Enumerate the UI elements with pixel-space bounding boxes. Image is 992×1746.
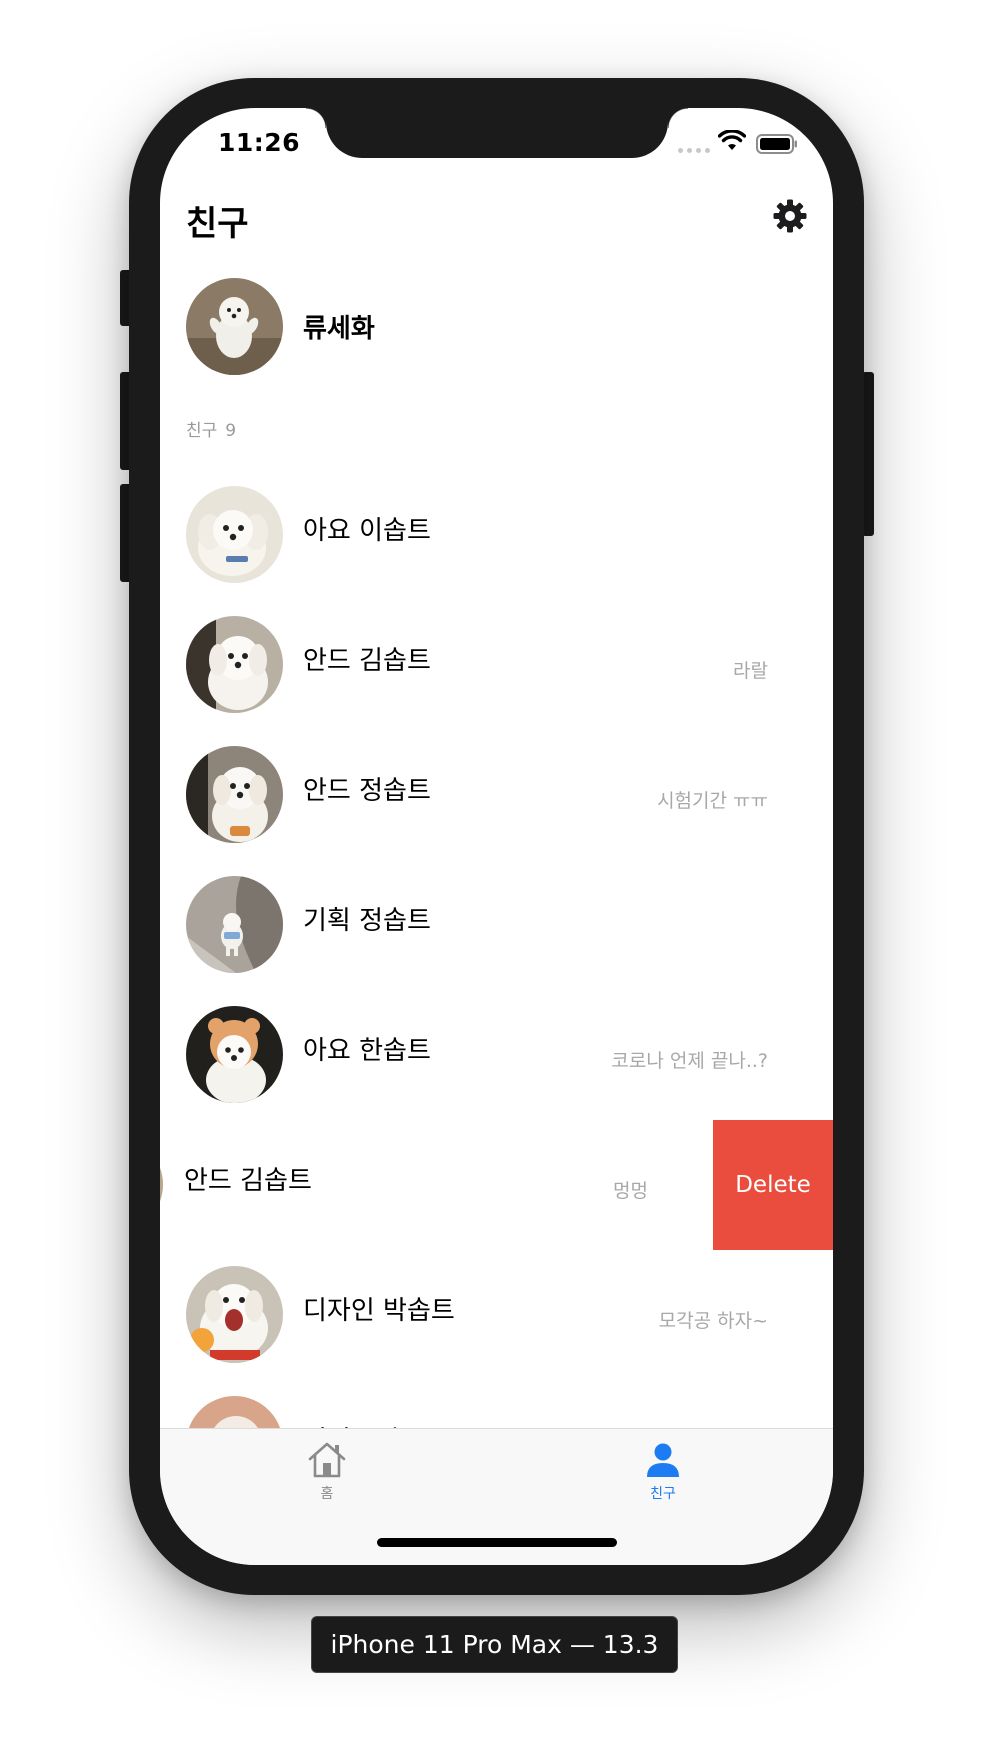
tab-home[interactable]: 홈	[267, 1441, 387, 1511]
friend-name: 안드 정솝트	[303, 776, 431, 806]
simulator-stage: 11:26 친구 류세화 친구 9 아요 이솝트 안드 김솝트 라랄 안드 정솝…	[0, 0, 992, 1746]
friend-row[interactable]: 디자인 박솝트 모각공 하자~	[160, 1250, 833, 1380]
friend-name: 안드 김솝트	[184, 1166, 312, 1196]
friends-section-label: 친구	[186, 421, 218, 441]
notch	[306, 108, 688, 158]
friend-status-message: 라랄	[733, 660, 768, 682]
friend-name: 아요 한솝트	[303, 1036, 431, 1066]
friend-status-message: 멍멍	[613, 1180, 648, 1202]
friend-row[interactable]: 아요 이솝트	[160, 470, 833, 600]
settings-gear-icon[interactable]	[772, 198, 808, 234]
friend-avatar	[186, 746, 283, 843]
tab-friends[interactable]: 친구	[603, 1441, 723, 1511]
friends-count: 9	[225, 421, 237, 441]
delete-button[interactable]: Delete	[713, 1120, 833, 1250]
home-indicator	[377, 1538, 617, 1547]
friend-status-message: 모각공 하자~	[658, 1310, 768, 1332]
friend-name: 디자인 박솝트	[303, 1296, 455, 1326]
friend-row-swiped[interactable]: 안드 김솝트 멍멍 Delete	[160, 1120, 833, 1250]
tab-home-label: 홈	[320, 1486, 334, 1502]
phone-screen: 11:26 친구 류세화 친구 9 아요 이솝트 안드 김솝트 라랄 안드 정솝…	[160, 108, 833, 1565]
friend-status-message: 코로나 언제 끝나..?	[611, 1050, 768, 1072]
friend-row[interactable]: 기획 정솝트	[160, 860, 833, 990]
cellular-signal-icon	[678, 148, 710, 153]
my-name: 류세화	[303, 314, 375, 344]
friend-row[interactable]: 안드 김솝트 라랄	[160, 600, 833, 730]
friend-name: 아요 이솝트	[303, 516, 431, 546]
friends-section-header: 친구 9	[186, 416, 236, 441]
friend-row[interactable]: 안드 정솝트 시험기간 ㅠㅠ	[160, 730, 833, 860]
status-time: 11:26	[218, 128, 301, 157]
my-avatar	[186, 278, 283, 375]
friend-avatar	[186, 616, 283, 713]
friend-row[interactable]: 아요 한솝트 코로나 언제 끝나..?	[160, 990, 833, 1120]
page-title: 친구	[186, 204, 249, 244]
friend-avatar	[160, 1136, 163, 1233]
device-caption: iPhone 11 Pro Max — 13.3	[311, 1616, 678, 1673]
friend-name: 기획 정솝트	[303, 906, 431, 936]
home-icon	[308, 1442, 346, 1478]
battery-icon	[756, 134, 797, 154]
my-profile[interactable]: 류세화	[186, 278, 806, 378]
friend-avatar	[186, 1006, 283, 1103]
wifi-icon	[718, 130, 746, 150]
friend-avatar	[186, 486, 283, 583]
person-icon	[647, 1443, 679, 1477]
friend-status-message: 시험기간 ㅠㅠ	[657, 790, 768, 812]
friend-avatar	[186, 1266, 283, 1363]
friend-name: 안드 김솝트	[303, 646, 431, 676]
tab-friends-label: 친구	[650, 1486, 676, 1502]
friend-avatar	[186, 876, 283, 973]
